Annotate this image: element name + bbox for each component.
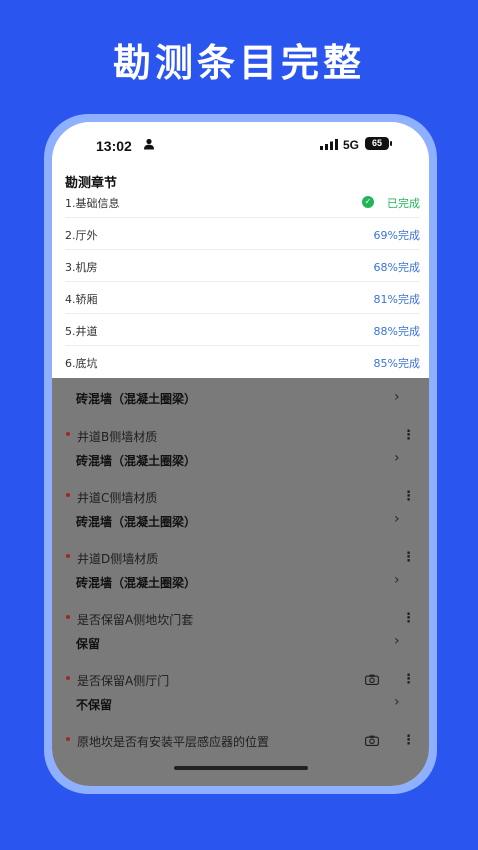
signal-icon [320,139,338,150]
form-item[interactable]: 是否保留A侧地坎门套 ⋮ 保留 › [52,611,429,672]
required-marker [66,432,70,436]
chapter-status: 88%完成 [373,325,420,338]
required-marker [66,676,70,680]
chapter-row[interactable]: 4.轿厢 81%完成 [65,282,420,314]
battery-cap [390,141,392,146]
chapter-status: 81%完成 [373,293,420,306]
chapter-label: 1.基础信息 [65,197,120,210]
more-vert-icon[interactable]: ⋮ [402,428,415,443]
form-item[interactable]: 是否保留A侧厅门 ⋮ 不保留 › [52,672,429,733]
chapter-row[interactable]: 3.机房 68%完成 [65,250,420,282]
more-vert-icon[interactable]: ⋮ [402,672,415,687]
home-indicator [174,766,308,770]
check-circle-icon: ✓ [362,196,374,208]
chapter-row[interactable]: 2.厅外 69%完成 [65,218,420,250]
more-vert-icon[interactable]: ⋮ [402,733,415,748]
more-vert-icon[interactable]: ⋮ [402,489,415,504]
network-type: 5G [343,138,360,152]
form-item[interactable]: 原地坎是否有安装平层感应器的位置 ⋮ [52,733,429,786]
required-marker [66,493,70,497]
camera-icon[interactable] [365,674,379,685]
person-icon [144,138,154,150]
form-item-label: 井道C侧墙材质 [77,491,158,505]
chapter-list: 1.基础信息 ✓ 已完成 2.厅外 69%完成 3.机房 68%完成 4.轿厢 … [52,186,429,378]
chevron-right-icon[interactable]: › [394,572,400,588]
required-marker [66,615,70,619]
chevron-right-icon[interactable]: › [394,389,400,405]
form-item-value: 砖混墙（混凝土圈梁） [76,392,197,406]
form-item[interactable]: 井道C侧墙材质 ⋮ 砖混墙（混凝土圈梁） › [52,489,429,550]
dimmed-form-overlay: 砖混墙（混凝土圈梁） › 井道B侧墙材质 ⋮ 砖混墙（混凝土圈梁） › 井道C侧… [52,378,429,786]
chapter-row[interactable]: 5.井道 88%完成 [65,314,420,346]
chapter-status: 68%完成 [373,261,420,274]
phone-frame: 13:02 5G 65 勘测章节 1.基础信息 ✓ 已完成 2.厅外 69%完成… [44,114,437,794]
chevron-right-icon[interactable]: › [394,633,400,649]
form-item-label: 是否保留A侧地坎门套 [77,613,194,627]
form-item-label: 是否保留A侧厅门 [77,674,170,688]
form-item-label: 原地坎是否有安装平层感应器的位置 [77,735,270,749]
chevron-right-icon[interactable]: › [394,450,400,466]
chapter-row[interactable]: 6.底坑 85%完成 [65,346,420,378]
form-item[interactable]: 井道B侧墙材质 ⋮ 砖混墙（混凝土圈梁） › [52,428,429,489]
form-item-label: 井道D侧墙材质 [77,552,159,566]
chapter-label: 3.机房 [65,261,98,274]
form-item-value: 砖混墙（混凝土圈梁） [76,576,197,590]
battery-icon: 65 [365,137,389,150]
required-marker [66,737,70,741]
chevron-right-icon[interactable]: › [394,511,400,527]
form-item-value: 砖混墙（混凝土圈梁） [76,515,197,529]
promo-headline: 勘测条目完整 [112,41,365,85]
chapter-label: 4.轿厢 [65,293,98,306]
required-marker [66,554,70,558]
status-time: 13:02 [96,138,132,154]
chapter-label: 2.厅外 [65,229,98,242]
form-item-value: 保留 [76,637,101,651]
form-item-value: 不保留 [76,698,113,712]
chevron-right-icon[interactable]: › [394,694,400,710]
form-item-label: 井道B侧墙材质 [77,430,158,444]
chapter-status: 已完成 [387,197,420,210]
chapter-row[interactable]: 1.基础信息 ✓ 已完成 [65,186,420,218]
chapter-label: 5.井道 [65,325,98,338]
phone-screen: 13:02 5G 65 勘测章节 1.基础信息 ✓ 已完成 2.厅外 69%完成… [52,122,429,786]
chapter-label: 6.底坑 [65,357,98,370]
camera-icon[interactable] [365,735,379,746]
status-bar: 13:02 5G 65 [52,122,429,166]
form-item[interactable]: 井道D侧墙材质 ⋮ 砖混墙（混凝土圈梁） › [52,550,429,611]
form-item-value: 砖混墙（混凝土圈梁） [76,454,197,468]
chapter-status: 85%完成 [373,357,420,370]
chapter-status: 69%完成 [373,229,420,242]
more-vert-icon[interactable]: ⋮ [402,550,415,565]
more-vert-icon[interactable]: ⋮ [402,611,415,626]
